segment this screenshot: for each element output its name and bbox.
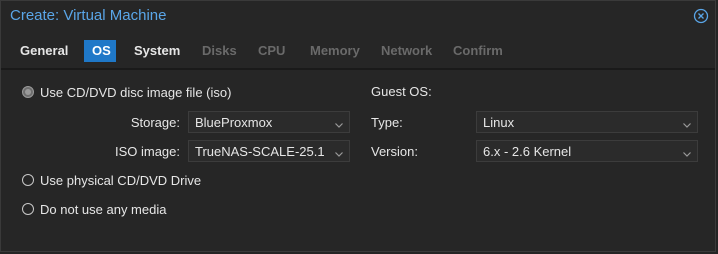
os-version-select-value: 6.x - 2.6 Kernel — [483, 144, 572, 159]
tab-cpu: CPU — [258, 43, 286, 58]
create-vm-dialog: Create: Virtual Machine General OS Syste… — [0, 0, 716, 252]
tab-disks: Disks — [202, 43, 237, 58]
storage-label: Storage: — [130, 115, 180, 130]
no-media-radio-button[interactable] — [22, 203, 34, 215]
close-icon[interactable] — [693, 8, 709, 24]
no-media-radio-option[interactable]: Do not use any media — [22, 200, 166, 218]
tab-general[interactable]: General — [12, 40, 76, 62]
iso-image-select-value: TrueNAS-SCALE-25.1 — [195, 144, 325, 159]
physical-drive-radio-option[interactable]: Use physical CD/DVD Drive — [22, 171, 201, 189]
os-type-label: Type: — [371, 115, 403, 130]
chevron-down-icon[interactable] — [334, 146, 344, 157]
iso-radio-button[interactable] — [22, 86, 34, 98]
tab-network: Network — [381, 43, 433, 58]
wizard-tab-bar: General OS System Disks CPU Memory Netwo… — [1, 37, 715, 65]
chevron-down-icon[interactable] — [334, 117, 344, 128]
os-panel: Use CD/DVD disc image file (iso) Storage… — [1, 70, 715, 251]
chevron-down-icon[interactable] — [682, 117, 692, 128]
physical-drive-radio-label: Use physical CD/DVD Drive — [40, 172, 202, 188]
os-version-select[interactable]: 6.x - 2.6 Kernel — [476, 140, 698, 162]
tab-os[interactable]: OS — [84, 40, 116, 62]
dialog-titlebar[interactable]: Create: Virtual Machine — [1, 1, 715, 31]
physical-drive-radio-button[interactable] — [22, 174, 34, 186]
os-type-select[interactable]: Linux — [476, 111, 698, 133]
iso-image-label: ISO image: — [114, 144, 180, 159]
dialog-title: Create: Virtual Machine — [10, 7, 167, 24]
tab-confirm: Confirm — [453, 43, 503, 58]
iso-radio-option[interactable]: Use CD/DVD disc image file (iso) — [22, 83, 231, 101]
iso-image-select[interactable]: TrueNAS-SCALE-25.1 — [188, 140, 350, 162]
no-media-radio-label: Do not use any media — [40, 201, 167, 217]
guest-os-heading: Guest OS: — [371, 84, 432, 99]
iso-radio-label: Use CD/DVD disc image file (iso) — [40, 84, 232, 100]
os-version-label: Version: — [371, 144, 418, 159]
storage-select-value: BlueProxmox — [195, 115, 273, 130]
os-type-select-value: Linux — [483, 115, 515, 130]
storage-select[interactable]: BlueProxmox — [188, 111, 350, 133]
tab-memory: Memory — [310, 43, 360, 58]
chevron-down-icon[interactable] — [682, 146, 692, 157]
tab-system[interactable]: System — [126, 40, 188, 62]
